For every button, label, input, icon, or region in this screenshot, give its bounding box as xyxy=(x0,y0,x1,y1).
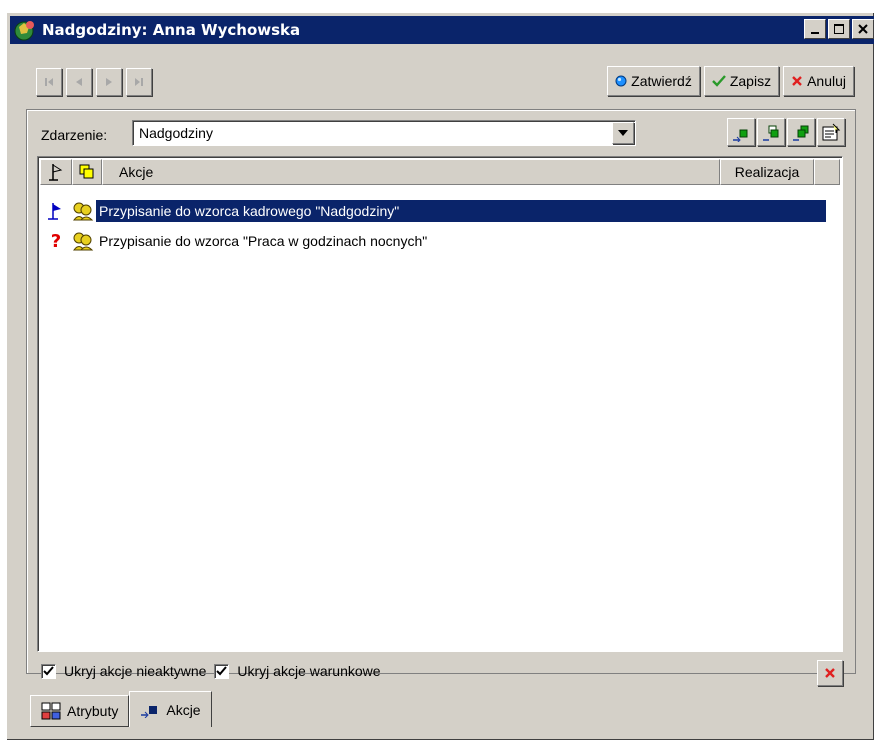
hide-conditional-label: Ukryj akcje warunkowe xyxy=(237,663,381,679)
last-record-icon xyxy=(135,78,143,86)
chevron-down-icon xyxy=(618,130,628,136)
minimize-button[interactable] xyxy=(804,19,826,39)
hide-inactive-label: Ukryj akcje nieaktywne xyxy=(64,663,207,679)
action-text: Przypisanie do wzorca "Praca w godzinach… xyxy=(99,233,428,249)
actions-panel: Zdarzenie: Nadgodziny Akcje Realizacja P… xyxy=(26,109,856,686)
checkmark-icon xyxy=(43,666,54,676)
copy-action-icon xyxy=(793,125,809,141)
maximize-icon xyxy=(834,24,844,34)
first-record-icon xyxy=(45,78,53,86)
next-record-button[interactable] xyxy=(96,68,122,96)
copy-action-button[interactable] xyxy=(787,118,815,146)
last-record-button[interactable] xyxy=(126,68,152,96)
record-navigator xyxy=(36,68,152,96)
close-icon xyxy=(858,24,868,34)
flag-icon xyxy=(49,164,63,181)
add-action-button[interactable] xyxy=(727,118,755,146)
hide-conditional-checkbox[interactable] xyxy=(214,663,230,679)
tab-atrybuty[interactable]: Atrybuty xyxy=(30,695,130,727)
question-icon: ? xyxy=(50,230,62,252)
grid-header: Akcje Realizacja xyxy=(40,159,840,185)
tab-strip: Atrybuty Akcje xyxy=(30,691,212,727)
checkmark-icon xyxy=(711,75,726,87)
header-filler xyxy=(814,159,840,185)
app-icon xyxy=(14,21,34,41)
close-button[interactable] xyxy=(852,19,874,39)
table-row[interactable]: Przypisanie do wzorca kadrowego "Nadgodz… xyxy=(42,197,826,225)
column-header-realizacja[interactable]: Realizacja xyxy=(720,159,814,185)
properties-button[interactable] xyxy=(817,118,845,146)
title-bar[interactable]: Nadgodziny: Anna Wychowska xyxy=(10,16,874,44)
maximize-button[interactable] xyxy=(828,19,850,39)
insert-action-button[interactable] xyxy=(757,118,785,146)
action-buttons: Zatwierdź Zapisz Anuluj xyxy=(607,66,854,96)
type-column-header[interactable] xyxy=(72,159,102,185)
minimize-icon xyxy=(811,32,819,34)
add-action-icon xyxy=(733,129,748,142)
hide-inactive-checkbox[interactable] xyxy=(41,663,56,679)
tab-akcje[interactable]: Akcje xyxy=(129,691,212,727)
tab-atrybuty-label: Atrybuty xyxy=(67,703,119,719)
window-title: Nadgodziny: Anna Wychowska xyxy=(42,21,301,39)
cross-icon xyxy=(792,76,802,86)
confirm-button[interactable]: Zatwierdź xyxy=(607,66,700,96)
tab-akcje-label: Akcje xyxy=(166,701,201,718)
filter-options: Ukryj akcje nieaktywne Ukryj akcje warun… xyxy=(41,663,381,679)
previous-record-button[interactable] xyxy=(66,68,92,96)
event-label: Zdarzenie: xyxy=(41,127,108,143)
action-text: Przypisanie do wzorca kadrowego "Nadgodz… xyxy=(96,200,826,222)
column-header-akcje[interactable]: Akcje xyxy=(102,159,720,185)
save-label: Zapisz xyxy=(729,73,772,89)
save-button[interactable]: Zapisz xyxy=(703,66,780,96)
status-column-header[interactable] xyxy=(40,159,72,185)
people-icon xyxy=(73,232,94,251)
event-value: Nadgodziny xyxy=(139,125,213,141)
people-icon xyxy=(73,202,94,221)
event-select[interactable]: Nadgodziny xyxy=(132,120,636,146)
attributes-icon xyxy=(41,702,61,720)
first-record-button[interactable] xyxy=(36,68,62,96)
flag-icon xyxy=(48,203,61,220)
next-record-icon xyxy=(106,78,112,86)
cross-icon xyxy=(825,668,835,678)
insert-action-icon xyxy=(763,125,779,141)
cancel-button[interactable]: Anuluj xyxy=(783,66,854,96)
dialog-window: Nadgodziny: Anna Wychowska Zatwierdź Zap… xyxy=(6,12,874,740)
action-icon xyxy=(141,705,158,718)
grid-toolbar xyxy=(727,118,845,146)
cancel-label: Anuluj xyxy=(807,73,846,89)
previous-record-icon xyxy=(76,78,82,86)
checkmark-icon xyxy=(216,666,228,676)
properties-icon xyxy=(822,123,841,141)
confirm-label: Zatwierdź xyxy=(631,73,692,89)
event-dropdown-button[interactable] xyxy=(612,122,634,144)
table-row[interactable]: ? Przypisanie do wzorca "Praca w godzina… xyxy=(42,227,430,255)
confirm-icon xyxy=(615,75,627,87)
delete-action-button[interactable] xyxy=(817,660,843,686)
actions-grid[interactable]: Akcje Realizacja Przypisanie do wzorca k… xyxy=(37,156,843,652)
copy-icon xyxy=(79,164,94,179)
